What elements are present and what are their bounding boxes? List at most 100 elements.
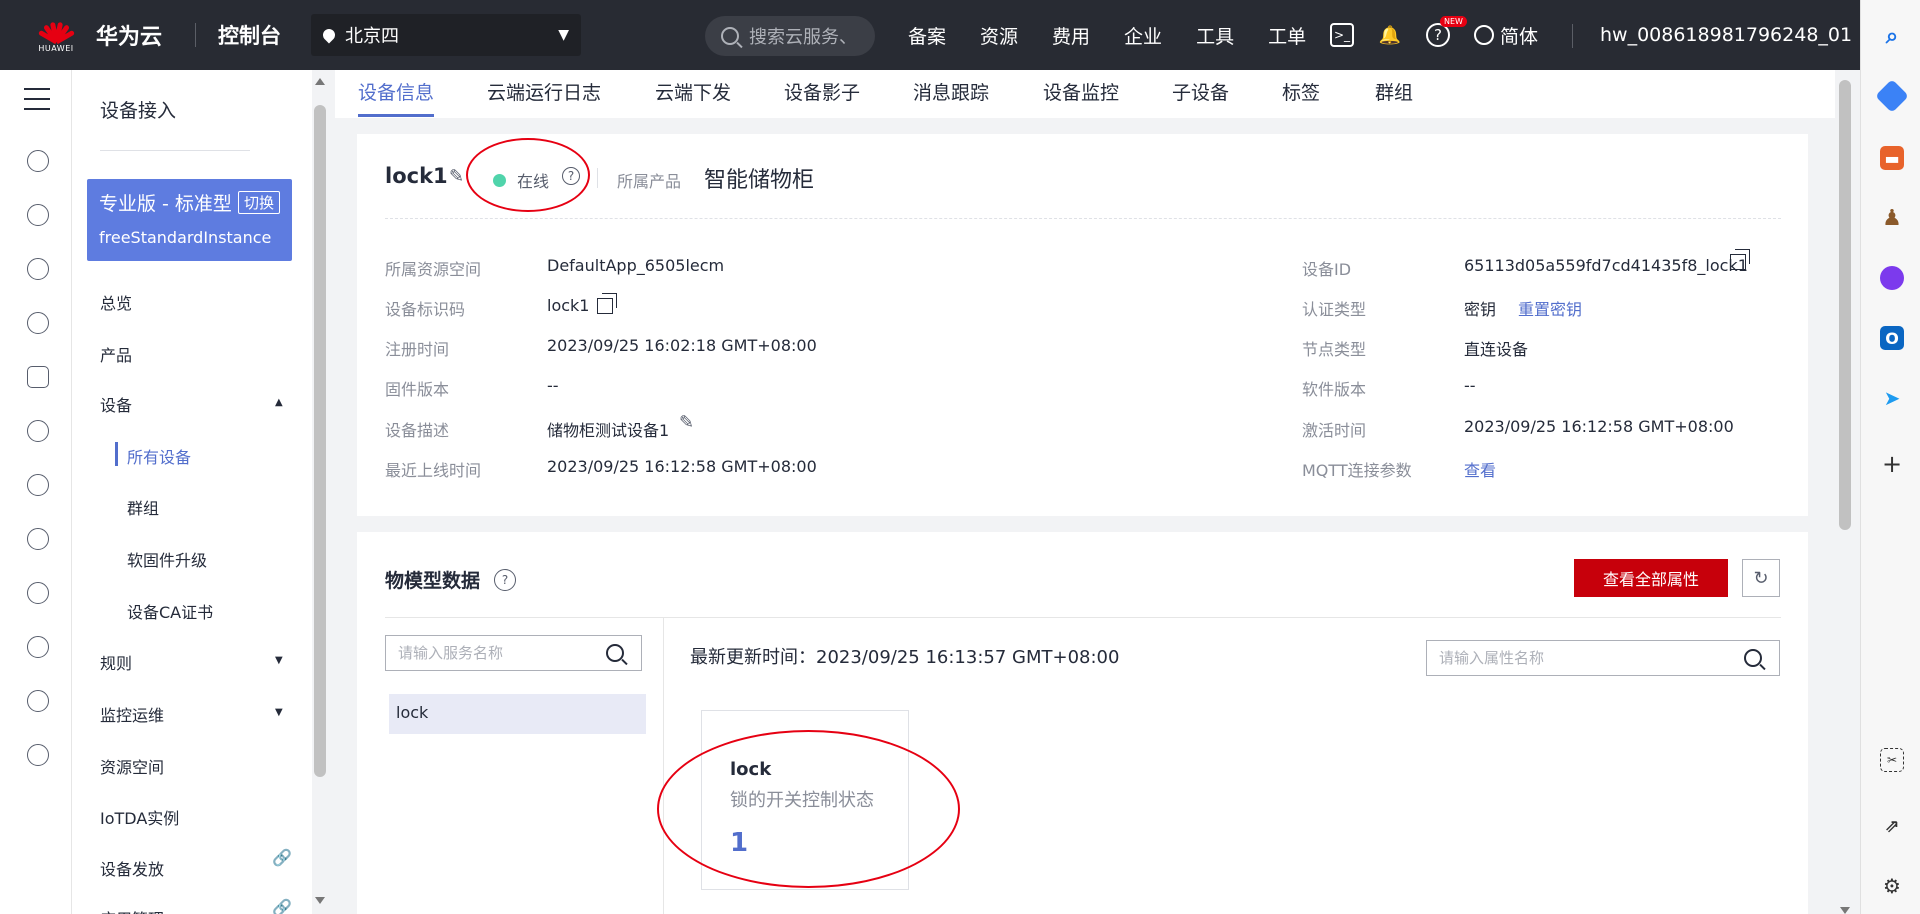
chess-icon[interactable]: ♟ [1880,206,1904,231]
edit-icon[interactable]: ✎ [449,166,464,187]
tab-device-monitor[interactable]: 设备监控 [1043,78,1119,105]
chevron-down-icon: ▼ [558,27,569,43]
description-label: 设备描述 [385,421,450,440]
nav-enterprise[interactable]: 企业 [1124,22,1162,49]
firmware-version-value: -- [547,376,559,395]
tab-cloud-command[interactable]: 云端下发 [655,78,731,105]
tab-cloud-log[interactable]: 云端运行日志 [487,78,601,105]
refresh-icon: ↻ [1753,567,1769,588]
menu-resource-space[interactable]: 资源空间 [100,754,164,778]
tab-device-shadow[interactable]: 设备影子 [784,78,860,105]
menu-device[interactable]: 设备 ▲ [100,392,290,416]
menu-overview[interactable]: 总览 [100,290,132,314]
ip-icon[interactable] [27,636,49,658]
terminal-icon[interactable]: >_ [1330,23,1354,47]
view-all-properties-button[interactable]: 查看全部属性 [1574,559,1728,597]
property-card[interactable]: lock 锁的开关控制状态 1 [701,710,909,890]
service-search-input[interactable] [385,635,642,671]
wave-icon[interactable] [27,312,49,334]
tab-device-info[interactable]: 设备信息 [358,78,434,105]
device-icon[interactable] [27,366,49,388]
menu-rules[interactable]: 规则 ▼ [100,650,290,674]
prism-icon[interactable] [27,582,49,604]
activation-time-label: 激活时间 [1302,421,1367,440]
add-icon[interactable]: + [1880,450,1904,478]
cluster-icon[interactable] [27,690,49,712]
nav-tools[interactable]: 工具 [1196,22,1234,49]
nav-billing[interactable]: 费用 [1052,22,1090,49]
new-badge: NEW [1440,16,1467,27]
send-icon[interactable]: ➤ [1880,386,1904,410]
scroll-down-icon[interactable] [1840,907,1850,914]
menu-iotda-instance[interactable]: IoTDA实例 [100,805,179,829]
menu-ca-cert[interactable]: 设备CA证书 [127,599,213,623]
language-switch[interactable]: 简体 [1474,22,1538,49]
question-icon[interactable]: ? [562,167,580,185]
node-type-value: 直连设备 [1464,340,1529,359]
service-icon-3[interactable] [27,258,49,280]
service-rail [0,70,72,914]
nav-tickets[interactable]: 工单 [1268,22,1306,49]
menu-provision[interactable]: 设备发放 [100,856,164,880]
console-link[interactable]: 控制台 [218,20,281,50]
menu-scrollbar[interactable] [314,78,326,904]
scrollbar-thumb[interactable] [1839,80,1851,530]
cloud-upload-icon[interactable] [27,474,49,496]
tab-sub-devices[interactable]: 子设备 [1172,78,1229,105]
nav-resources[interactable]: 资源 [980,22,1018,49]
copilot-icon[interactable] [1880,266,1904,290]
description-value: 储物柜测试设备1 [547,421,670,440]
service-icon-1[interactable] [27,150,49,172]
service-list-item[interactable]: lock [389,694,646,734]
tab-groups[interactable]: 群组 [1375,78,1413,105]
menu-firmware[interactable]: 软固件升级 [127,547,207,571]
menu-product[interactable]: 产品 [100,342,132,366]
region-selector[interactable]: 北京四 ▼ [311,14,581,56]
account-menu[interactable]: hw_008618981796248_01 [1600,24,1852,46]
instance-card[interactable]: 专业版 - 标准型 切换 freeStandardInstance [87,179,292,261]
instance-switch-button[interactable]: 切换 [237,191,280,214]
global-search[interactable]: 搜索云服务、 [705,16,875,56]
toolbox-icon[interactable]: ▬ [1880,146,1904,170]
divider [195,23,196,47]
copy-icon[interactable] [1730,249,1750,270]
search-icon[interactable]: ⌕ [1880,24,1904,49]
mqtt-params-view-link[interactable]: 查看 [1464,457,1496,481]
scroll-down-icon[interactable] [315,897,325,904]
cloud-icon[interactable] [27,204,49,226]
bell-icon[interactable]: 🔔 [1378,23,1402,47]
mqtt-params-label: MQTT连接参数 [1302,461,1412,480]
tab-message-trace[interactable]: 消息跟踪 [913,78,989,105]
scrollbar-thumb[interactable] [314,105,326,777]
nav-filing[interactable]: 备案 [908,22,946,49]
globe-w-icon[interactable] [27,744,49,766]
tag-icon[interactable] [1875,79,1909,113]
cloud-outline-icon[interactable] [27,420,49,442]
menu-app-management[interactable]: 应用管理 [100,906,250,914]
brand-name: 华为云 [96,25,163,50]
menu-monitor[interactable]: 监控运维 ▼ [100,702,290,726]
outlook-icon[interactable]: O [1880,326,1904,350]
search-icon[interactable] [1744,649,1762,667]
help-icon[interactable]: ? NEW [1426,16,1467,47]
reset-secret-link[interactable]: 重置密钥 [1518,296,1582,320]
cloud-gauge-icon[interactable] [27,528,49,550]
tab-tags[interactable]: 标签 [1282,78,1320,105]
property-search-input[interactable] [1426,640,1780,676]
hamburger-menu-icon[interactable] [24,88,50,118]
active-indicator [115,442,118,466]
menu-group[interactable]: 群组 [127,495,159,519]
brand[interactable]: HUAWEI 华为云 [0,10,185,60]
scroll-up-icon[interactable] [315,78,325,85]
edit-icon[interactable]: ✎ [679,412,694,433]
question-icon[interactable]: ? [494,569,516,591]
screenshot-icon[interactable]: ✂ [1880,748,1904,772]
product-value[interactable]: 智能储物柜 [704,162,814,194]
external-link-icon[interactable]: ⇗ [1880,814,1904,838]
search-icon[interactable] [606,644,624,662]
menu-all-devices[interactable]: 所有设备 [127,444,191,468]
refresh-button[interactable]: ↻ [1742,559,1780,597]
copy-icon[interactable] [597,293,617,314]
gear-icon[interactable]: ⚙ [1880,874,1904,898]
main-scrollbar[interactable] [1839,70,1851,914]
